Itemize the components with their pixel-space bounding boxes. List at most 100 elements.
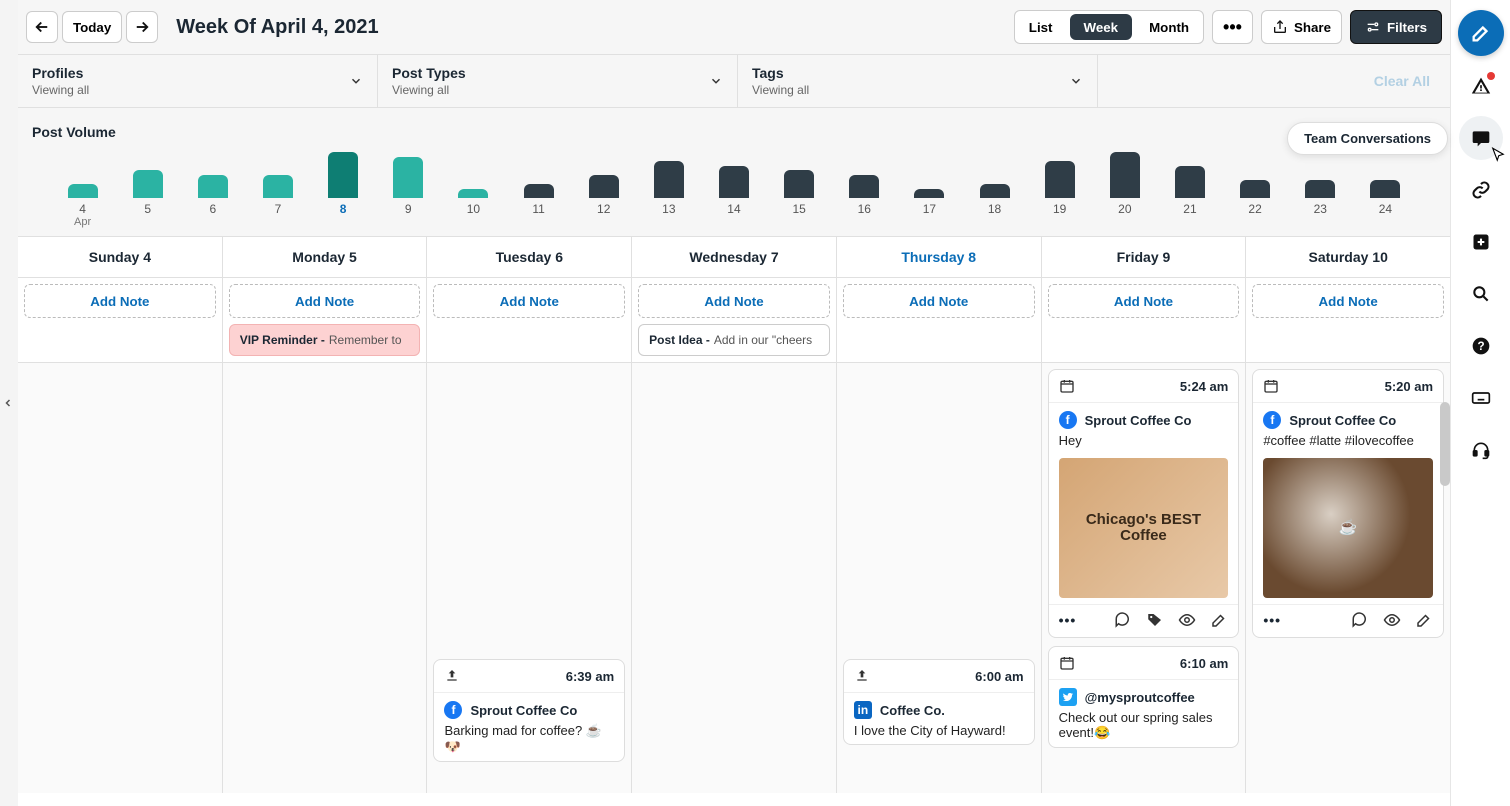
volume-bar[interactable] (376, 148, 441, 198)
volume-bar[interactable] (50, 148, 115, 198)
volume-bar[interactable] (1353, 148, 1418, 198)
post-card[interactable]: 5:20 am f Sprout Coffee Co #coffee #latt… (1252, 369, 1444, 638)
day-col-friday[interactable]: 5:24 am f Sprout Coffee Co Hey Chicago's… (1042, 363, 1247, 793)
post-image: Chicago's BEST Coffee (1059, 458, 1229, 598)
reply-icon[interactable] (1351, 611, 1369, 629)
volume-bar[interactable] (962, 148, 1027, 198)
filter-tags-subtitle: Viewing all (752, 83, 809, 97)
team-conversations-button[interactable] (1459, 116, 1503, 160)
volume-label: 5 (115, 202, 180, 228)
volume-bar[interactable] (832, 148, 897, 198)
volume-bar[interactable] (897, 148, 962, 198)
eye-icon[interactable] (1178, 611, 1196, 629)
chevron-down-icon (349, 74, 363, 88)
post-time: 6:00 am (975, 669, 1023, 684)
add-note-button[interactable]: Add Note (24, 284, 216, 318)
prev-week-button[interactable] (26, 11, 58, 43)
support-button[interactable] (1459, 428, 1503, 472)
clear-all-button[interactable]: Clear All (1354, 55, 1450, 107)
share-button[interactable]: Share (1261, 10, 1342, 44)
more-dots-button[interactable]: ••• (1263, 612, 1281, 628)
search-icon (1471, 284, 1491, 304)
alerts-button[interactable] (1459, 64, 1503, 108)
upload-icon (444, 668, 460, 684)
volume-bar[interactable] (767, 148, 832, 198)
add-note-button[interactable]: Add Note (843, 284, 1035, 318)
view-list-button[interactable]: List (1015, 11, 1067, 43)
collapse-left-handle[interactable] (0, 389, 16, 417)
day-col-thursday[interactable]: 6:00 am in Coffee Co. I love the City of… (837, 363, 1042, 793)
help-button[interactable]: ? (1459, 324, 1503, 368)
notes-row: Add Note Add Note VIP Reminder - Remembe… (18, 278, 1450, 363)
day-col-sunday[interactable] (18, 363, 223, 793)
post-time: 6:39 am (566, 669, 614, 684)
profile-name: Sprout Coffee Co (1289, 413, 1396, 428)
volume-bar[interactable] (311, 148, 376, 198)
facebook-icon: f (1059, 411, 1077, 429)
filter-post-types[interactable]: Post Types Viewing all (378, 55, 738, 107)
post-card[interactable]: 6:00 am in Coffee Co. I love the City of… (843, 659, 1035, 745)
add-note-button[interactable]: Add Note (638, 284, 830, 318)
volume-bar[interactable] (636, 148, 701, 198)
reply-icon[interactable] (1114, 611, 1132, 629)
volume-bar[interactable] (1092, 148, 1157, 198)
add-note-button[interactable]: Add Note (229, 284, 421, 318)
volume-bar[interactable] (115, 148, 180, 198)
today-button[interactable]: Today (62, 11, 122, 43)
view-week-button[interactable]: Week (1070, 14, 1133, 40)
chevron-down-icon (709, 74, 723, 88)
volume-bar[interactable] (701, 148, 766, 198)
volume-bar[interactable] (441, 148, 506, 198)
note-subtext: Add in our "cheers (714, 333, 812, 347)
edit-icon[interactable] (1210, 611, 1228, 629)
add-note-button[interactable]: Add Note (1252, 284, 1444, 318)
view-month-button[interactable]: Month (1135, 11, 1203, 43)
volume-label: 21 (1157, 202, 1222, 228)
twitter-icon (1059, 688, 1077, 706)
calendar-icon (1263, 378, 1279, 394)
add-note-button[interactable]: Add Note (1048, 284, 1240, 318)
link-icon (1471, 180, 1491, 200)
volume-label: 20 (1092, 202, 1157, 228)
volume-bar[interactable] (1157, 148, 1222, 198)
volume-bar[interactable] (506, 148, 571, 198)
more-menu-button[interactable]: ••• (1212, 10, 1253, 44)
day-col-monday[interactable] (223, 363, 428, 793)
add-note-button[interactable]: Add Note (433, 284, 625, 318)
post-card[interactable]: 6:10 am @mysproutcoffee Check out our sp… (1048, 646, 1240, 748)
next-week-button[interactable] (126, 11, 158, 43)
note-post-idea[interactable]: Post Idea - Add in our "cheers (638, 324, 830, 356)
post-card[interactable]: 6:39 am f Sprout Coffee Co Barking mad f… (433, 659, 625, 762)
add-button[interactable] (1459, 220, 1503, 264)
volume-bar[interactable] (571, 148, 636, 198)
more-dots-button[interactable]: ••• (1059, 612, 1077, 628)
day-col-tuesday[interactable]: 6:39 am f Sprout Coffee Co Barking mad f… (427, 363, 632, 793)
calendar-icon (1059, 655, 1075, 671)
scrollbar-thumb[interactable] (1440, 402, 1450, 486)
eye-icon[interactable] (1383, 611, 1401, 629)
volume-bar[interactable] (1027, 148, 1092, 198)
profile-name: Coffee Co. (880, 703, 945, 718)
toolbar: document.querySelectorAll('[data-name="p… (18, 0, 1450, 55)
filter-tags[interactable]: Tags Viewing all (738, 55, 1098, 107)
edit-icon[interactable] (1415, 611, 1433, 629)
volume-bar[interactable] (1288, 148, 1353, 198)
search-button[interactable] (1459, 272, 1503, 316)
keyboard-button[interactable] (1459, 376, 1503, 420)
volume-bar[interactable] (1223, 148, 1288, 198)
compose-button[interactable] (1458, 10, 1504, 56)
note-cell-tuesday: Add Note (427, 278, 632, 362)
day-header: Saturday 10 (1246, 237, 1450, 277)
tag-icon[interactable] (1146, 611, 1164, 629)
links-button[interactable] (1459, 168, 1503, 212)
filters-button[interactable]: Filters (1350, 10, 1442, 44)
post-card[interactable]: 5:24 am f Sprout Coffee Co Hey Chicago's… (1048, 369, 1240, 638)
filter-profiles[interactable]: Profiles Viewing all (18, 55, 378, 107)
volume-bar[interactable] (180, 148, 245, 198)
day-col-wednesday[interactable] (632, 363, 837, 793)
day-col-saturday[interactable]: 5:20 am f Sprout Coffee Co #coffee #latt… (1246, 363, 1450, 793)
volume-bar[interactable] (245, 148, 310, 198)
note-title: VIP Reminder - (240, 333, 325, 347)
note-vip-reminder[interactable]: VIP Reminder - Remember to (229, 324, 421, 356)
filter-bar: Profiles Viewing all Post Types Viewing … (18, 55, 1450, 108)
